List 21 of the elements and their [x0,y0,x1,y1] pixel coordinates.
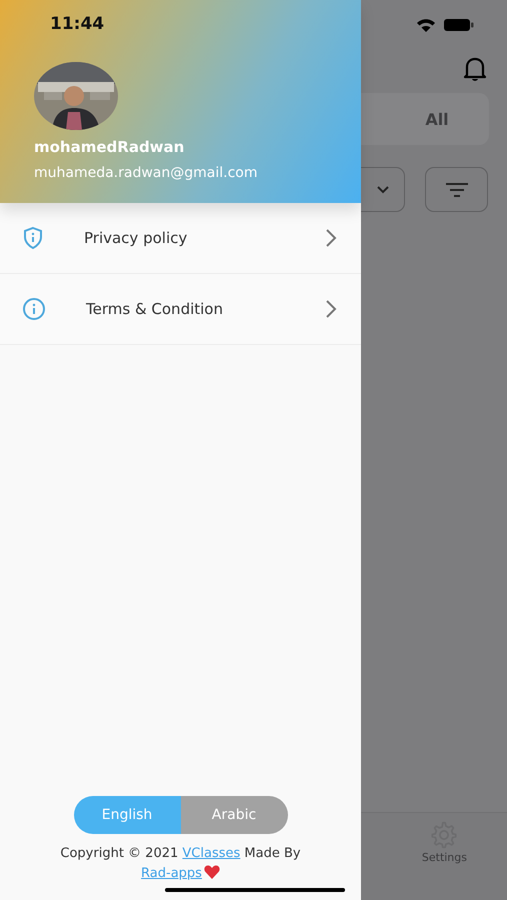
shield-icon [22,226,44,250]
rad-apps-link[interactable]: Rad-apps [141,866,202,881]
chevron-down-icon [376,186,388,194]
heart-icon [204,865,220,879]
status-time: 11:44 [50,14,104,34]
bell-icon[interactable] [461,55,489,83]
wifi-icon [416,18,436,32]
chevron-right-icon [325,299,337,319]
all-tab[interactable]: All [361,93,489,145]
copyright-text: Copyright © 2021 VClasses Made By Rad-apps [60,845,301,883]
filter-button[interactable] [425,167,488,212]
filter-icon [446,182,468,196]
battery-icon [444,18,474,32]
profile-email: muhameda.radwan@gmail.com [34,165,258,181]
chevron-right-icon [325,228,337,248]
profile-name: mohamedRadwan [34,138,184,156]
language-option[interactable]: Arabic [180,796,288,834]
settings-nav-item[interactable]: Settings [422,813,467,864]
vclasses-link[interactable]: VClasses [182,846,240,861]
info-icon [22,297,46,321]
language-option[interactable]: English [74,796,180,834]
